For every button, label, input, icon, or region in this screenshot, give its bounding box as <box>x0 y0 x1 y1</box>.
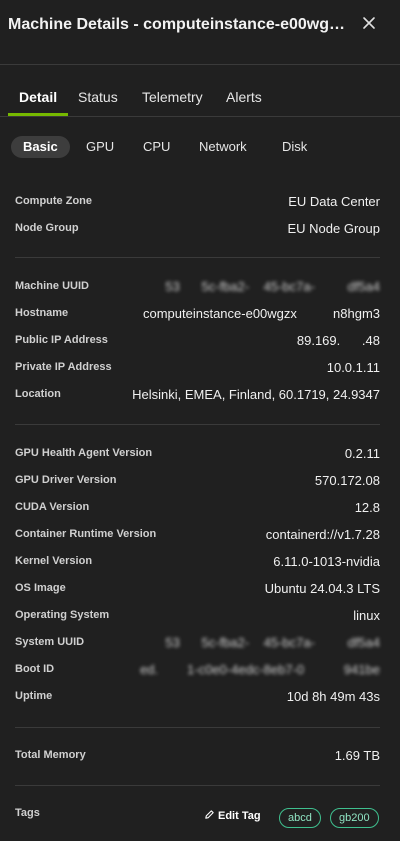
tag-chip[interactable]: abcd <box>279 808 321 828</box>
os-image-value: Ubuntu 24.04.3 LTS <box>264 581 380 596</box>
main-tabs: Detail Status Telemetry Alerts <box>0 80 400 117</box>
public-ip-label: Public IP Address <box>15 334 108 346</box>
cuda-label: CUDA Version <box>15 501 90 513</box>
sub-tabs: Basic GPU CPU Network Disk <box>0 136 400 158</box>
total-memory-value: 1.69 TB <box>334 748 380 763</box>
divider <box>15 424 380 425</box>
hostname-label: Hostname <box>15 307 69 319</box>
active-tab-indicator <box>8 113 68 116</box>
boot-id-label: Boot ID <box>15 663 55 675</box>
node-group-label: Node Group <box>15 222 79 234</box>
uptime-value: 10d 8h 49m 43s <box>286 689 380 704</box>
close-icon[interactable] <box>360 14 378 32</box>
container-runtime-value: containerd://v1.7.28 <box>265 527 380 542</box>
subtab-gpu[interactable]: GPU <box>86 136 114 158</box>
gpu-driver-value: 570.172.08 <box>314 473 380 488</box>
subtab-network[interactable]: Network <box>199 136 247 158</box>
boot-id-value: ed. 1-c0e0-4edc-8eb7-0 941be <box>140 662 380 677</box>
tags-label: Tags <box>15 807 40 819</box>
compute-zone-label: Compute Zone <box>15 195 92 207</box>
subtab-basic[interactable]: Basic <box>11 136 70 158</box>
system-uuid-value: 53 5c-fba2- 45-bc7a- df5a4 <box>165 635 380 650</box>
edit-tag-label: Edit Tag <box>218 810 261 822</box>
edit-tag-button[interactable]: Edit Tag <box>204 809 261 822</box>
subtab-cpu[interactable]: CPU <box>143 136 170 158</box>
hostname-value: computeinstance-e00wgzx n8hgm3 <box>142 306 380 321</box>
uptime-label: Uptime <box>15 690 53 702</box>
tab-status[interactable]: Status <box>78 89 118 105</box>
gpu-driver-label: GPU Driver Version <box>15 474 117 486</box>
subtab-disk[interactable]: Disk <box>282 136 307 158</box>
machine-uuid-label: Machine UUID <box>15 280 89 292</box>
panel-title: Machine Details - computeinstance-e00wgz… <box>8 16 348 33</box>
divider <box>15 785 380 786</box>
tab-telemetry[interactable]: Telemetry <box>142 89 203 105</box>
tab-alerts[interactable]: Alerts <box>226 89 262 105</box>
kernel-value: 6.11.0-1013-nvidia <box>273 554 380 569</box>
location-label: Location <box>15 388 61 400</box>
kernel-label: Kernel Version <box>15 555 93 567</box>
cuda-value: 12.8 <box>354 500 380 515</box>
system-uuid-label: System UUID <box>15 636 85 648</box>
tag-chip[interactable]: gb200 <box>330 808 379 828</box>
panel-header: Machine Details - computeinstance-e00wgz… <box>0 0 400 65</box>
container-runtime-label: Container Runtime Version <box>15 528 157 540</box>
pencil-icon <box>205 810 214 819</box>
node-group-value: EU Node Group <box>287 221 381 236</box>
private-ip-label: Private IP Address <box>15 361 112 373</box>
gpu-agent-value: 0.2.11 <box>344 446 380 461</box>
gpu-agent-label: GPU Health Agent Version <box>15 447 153 459</box>
divider <box>15 257 380 258</box>
os-value: linux <box>353 608 380 623</box>
os-image-label: OS Image <box>15 582 66 594</box>
machine-uuid-value: 53 5c-fba2- 45-bc7a- df5a4 <box>165 279 380 294</box>
divider <box>15 727 380 728</box>
os-label: Operating System <box>15 609 110 621</box>
location-value: Helsinki, EMEA, Finland, 60.1719, 24.934… <box>132 387 380 402</box>
tab-detail[interactable]: Detail <box>19 89 57 105</box>
compute-zone-value: EU Data Center <box>288 194 380 209</box>
private-ip-value: 10.0.1.11 <box>326 360 380 375</box>
public-ip-value: 89.169. .48 <box>296 333 380 348</box>
total-memory-label: Total Memory <box>15 749 86 761</box>
